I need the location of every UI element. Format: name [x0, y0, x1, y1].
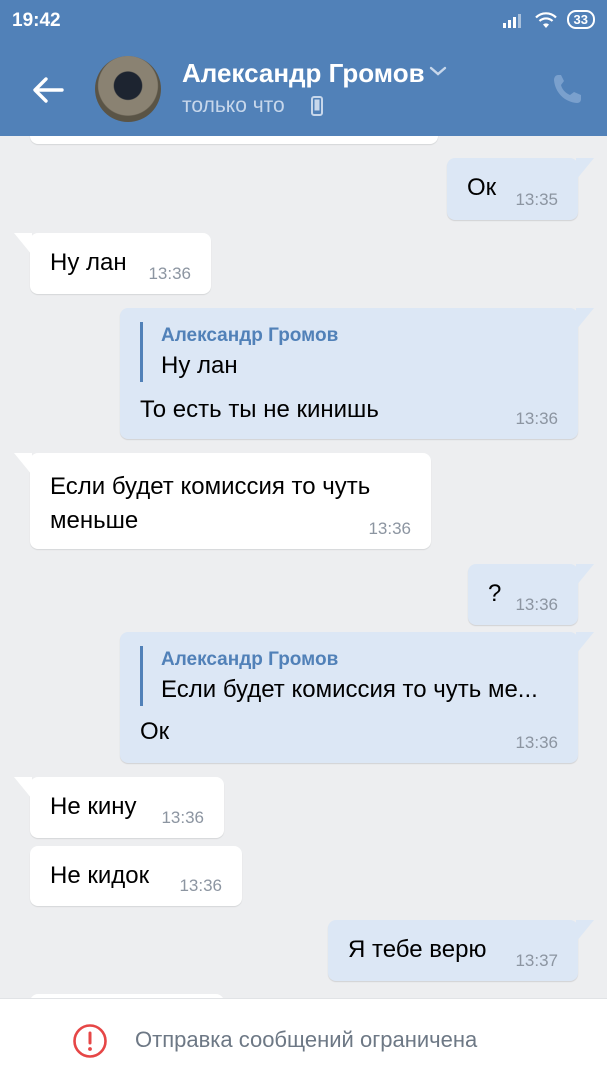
restriction-bar: Отправка сообщений ограничена	[0, 998, 607, 1081]
message-bubble-partial	[30, 136, 438, 144]
message-text: То есть ты не кинишь	[140, 396, 379, 423]
message-time: 13:36	[515, 409, 558, 428]
contact-avatar[interactable]	[95, 56, 161, 122]
message-time: 13:36	[179, 876, 222, 895]
message-text-line1: Если будет комиссия то чуть	[50, 473, 371, 500]
message-incoming[interactable]: Не кину 13:36	[14, 777, 224, 838]
message-incoming[interactable]: Если будет комиссия то чуть меньше 13:36	[14, 453, 431, 549]
restriction-text: Отправка сообщений ограничена	[135, 1027, 478, 1052]
message-time: 13:36	[148, 264, 191, 283]
quoted-message[interactable]: Александр Громов Если будет комиссия то …	[140, 646, 538, 706]
battery-icon: 33	[566, 10, 595, 29]
message-outgoing-reply[interactable]: Александр Громов Если будет комиссия то …	[120, 632, 594, 763]
message-outgoing[interactable]: Ок 13:35	[447, 158, 594, 220]
message-time: 13:36	[368, 519, 411, 538]
back-arrow-icon[interactable]	[28, 70, 68, 110]
message-list[interactable]: Ок 13:35 Ну лан 13:36 Александр Громов Н…	[0, 136, 607, 998]
quote-author: Александр Громов	[161, 325, 339, 346]
message-text-line2: меньше	[50, 507, 139, 534]
message-text: Ок	[467, 174, 497, 201]
alert-circle-icon	[73, 1024, 107, 1058]
contact-status: только что	[182, 94, 285, 117]
message-text: Ок	[140, 718, 170, 745]
phone-icon[interactable]	[551, 72, 583, 106]
message-time: 13:36	[515, 595, 558, 614]
message-text: Не кидок	[50, 862, 150, 889]
message-incoming[interactable]: Не кидок 13:36	[30, 846, 242, 906]
message-text: Я тебе верю	[348, 936, 487, 963]
message-text: ?	[488, 580, 502, 607]
message-time: 13:36	[515, 733, 558, 752]
quote-text: Если будет комиссия то чуть ме...	[161, 676, 538, 703]
mobile-device-icon	[311, 96, 323, 116]
message-time: 13:36	[161, 808, 204, 827]
message-time: 13:37	[515, 951, 558, 970]
quote-author: Александр Громов	[161, 649, 339, 670]
message-text: Ну лан	[50, 249, 127, 276]
quoted-message[interactable]: Александр Громов Ну лан	[140, 322, 338, 382]
message-text: Не кину	[50, 793, 137, 820]
status-time: 19:42	[12, 10, 61, 31]
signal-icon	[502, 13, 521, 28]
message-time: 13:35	[515, 190, 558, 209]
status-bar: 19:42 33	[0, 0, 607, 44]
message-incoming[interactable]: Ну лан 13:36	[14, 233, 211, 294]
chevron-down-icon[interactable]	[428, 64, 448, 78]
message-outgoing[interactable]: ? 13:36	[468, 564, 594, 625]
status-icons: 33	[502, 10, 595, 29]
message-outgoing-reply[interactable]: Александр Громов Ну лан То есть ты не ки…	[120, 308, 594, 439]
contact-name[interactable]: Александр Громов	[182, 58, 425, 89]
quote-text: Ну лан	[161, 352, 238, 379]
chat-header: 19:42 33 Александр Громов только что	[0, 0, 607, 136]
message-outgoing[interactable]: Я тебе верю 13:37	[328, 920, 594, 981]
wifi-icon	[534, 11, 557, 28]
